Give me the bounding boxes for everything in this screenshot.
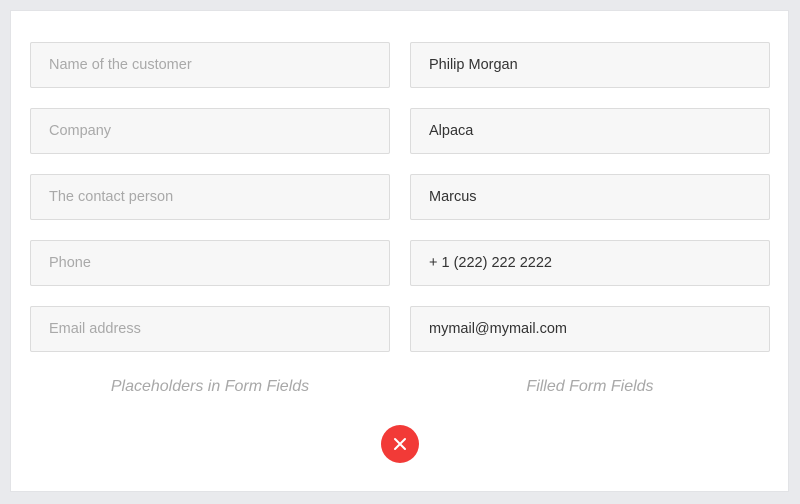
phone-input-filled[interactable] <box>410 240 770 286</box>
email-input-filled[interactable] <box>410 306 770 352</box>
close-button[interactable] <box>381 425 419 463</box>
contact-person-input-empty[interactable] <box>30 174 390 220</box>
email-input-empty[interactable] <box>30 306 390 352</box>
customer-name-input-empty[interactable] <box>30 42 390 88</box>
company-input-empty[interactable] <box>30 108 390 154</box>
filled-caption: Filled Form Fields <box>526 378 654 395</box>
placeholders-caption: Placeholders in Form Fields <box>110 378 310 395</box>
customer-name-input-filled[interactable] <box>410 42 770 88</box>
contact-person-input-filled[interactable] <box>410 174 770 220</box>
company-input-filled[interactable] <box>410 108 770 154</box>
phone-input-empty[interactable] <box>30 240 390 286</box>
close-icon <box>394 438 406 450</box>
